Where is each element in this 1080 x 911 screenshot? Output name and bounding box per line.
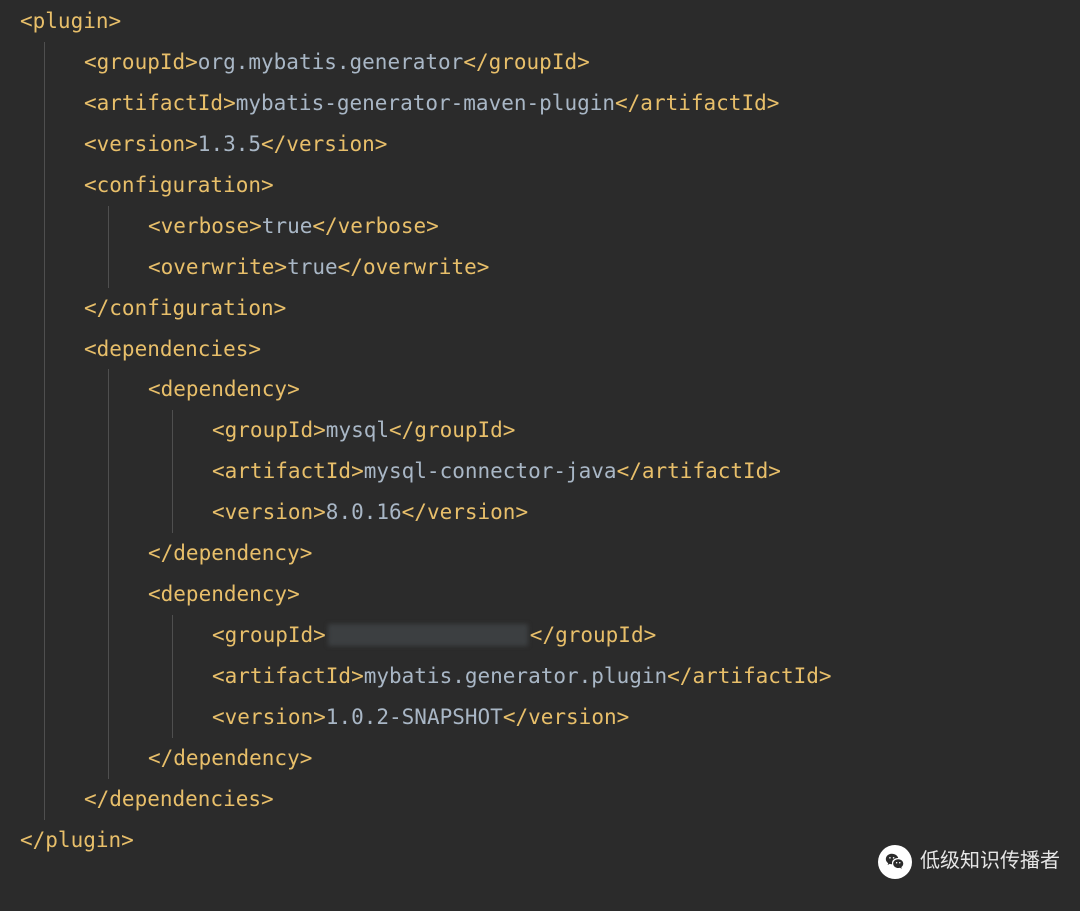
xml-value: org.mybatis.generator bbox=[198, 50, 464, 74]
xml-tag: <groupId> bbox=[212, 418, 326, 442]
xml-tag: </groupId> bbox=[463, 50, 589, 74]
xml-tag: </plugin> bbox=[20, 828, 134, 852]
xml-value: mybatis-generator-maven-plugin bbox=[236, 91, 615, 115]
xml-tag: </verbose> bbox=[312, 214, 438, 238]
code-line: <groupId>mysql</groupId> bbox=[20, 410, 1080, 451]
redacted-value bbox=[328, 624, 528, 646]
xml-tag: </version> bbox=[402, 500, 528, 524]
xml-tag: </groupId> bbox=[530, 623, 656, 647]
code-line: </dependency> bbox=[20, 738, 1080, 779]
xml-tag: <dependency> bbox=[148, 582, 300, 606]
xml-value: true bbox=[262, 214, 313, 238]
xml-tag: <artifactId> bbox=[212, 459, 364, 483]
xml-tag: </overwrite> bbox=[338, 255, 490, 279]
code-line: <artifactId>mybatis.generator.plugin</ar… bbox=[20, 656, 1080, 697]
wechat-icon bbox=[878, 845, 912, 879]
code-line: <verbose>true</verbose> bbox=[20, 206, 1080, 247]
code-line: <groupId> </groupId> bbox=[20, 615, 1080, 656]
code-line: <version>8.0.16</version> bbox=[20, 492, 1080, 533]
xml-tag: <plugin> bbox=[20, 9, 121, 33]
xml-tag: </artifactId> bbox=[615, 91, 779, 115]
xml-tag: <artifactId> bbox=[212, 664, 364, 688]
xml-value: mysql-connector-java bbox=[364, 459, 617, 483]
xml-tag: <overwrite> bbox=[148, 255, 287, 279]
xml-tag: </artifactId> bbox=[617, 459, 781, 483]
xml-value: mybatis.generator.plugin bbox=[364, 664, 667, 688]
xml-value: 1.0.2-SNAPSHOT bbox=[326, 705, 503, 729]
xml-tag: <verbose> bbox=[148, 214, 262, 238]
code-line: </dependencies> bbox=[20, 779, 1080, 820]
code-line: <dependency> bbox=[20, 369, 1080, 410]
code-editor[interactable]: <plugin> <groupId>org.mybatis.generator<… bbox=[0, 0, 1080, 865]
code-line: <overwrite>true</overwrite> bbox=[20, 247, 1080, 288]
xml-tag: <dependencies> bbox=[84, 337, 261, 361]
xml-tag: </configuration> bbox=[84, 296, 286, 320]
code-line: <version>1.0.2-SNAPSHOT</version> bbox=[20, 697, 1080, 738]
xml-tag: </dependency> bbox=[148, 541, 312, 565]
xml-tag: <version> bbox=[212, 705, 326, 729]
xml-tag: </groupId> bbox=[389, 418, 515, 442]
code-line: <plugin> bbox=[20, 1, 1080, 42]
code-line: <groupId>org.mybatis.generator</groupId> bbox=[20, 42, 1080, 83]
xml-tag: </version> bbox=[261, 132, 387, 156]
code-line: <dependency> bbox=[20, 574, 1080, 615]
code-line: </dependency> bbox=[20, 533, 1080, 574]
xml-tag: </dependencies> bbox=[84, 787, 274, 811]
xml-tag: <version> bbox=[212, 500, 326, 524]
xml-tag: <groupId> bbox=[212, 623, 326, 647]
code-line: <dependencies> bbox=[20, 329, 1080, 370]
xml-tag: <configuration> bbox=[84, 173, 274, 197]
xml-value: 8.0.16 bbox=[326, 500, 402, 524]
xml-tag: <groupId> bbox=[84, 50, 198, 74]
xml-value: true bbox=[287, 255, 338, 279]
xml-tag: </version> bbox=[503, 705, 629, 729]
xml-tag: <artifactId> bbox=[84, 91, 236, 115]
watermark: 低级知识传播者 bbox=[878, 842, 1060, 881]
xml-tag: </artifactId> bbox=[667, 664, 831, 688]
xml-tag: <dependency> bbox=[148, 377, 300, 401]
code-line: </configuration> bbox=[20, 288, 1080, 329]
code-line: <configuration> bbox=[20, 165, 1080, 206]
xml-tag: <version> bbox=[84, 132, 198, 156]
watermark-text: 低级知识传播者 bbox=[920, 842, 1060, 881]
code-line: <artifactId>mysql-connector-java</artifa… bbox=[20, 451, 1080, 492]
xml-value: 1.3.5 bbox=[198, 132, 261, 156]
xml-value: mysql bbox=[326, 418, 389, 442]
code-line: <version>1.3.5</version> bbox=[20, 124, 1080, 165]
xml-tag: </dependency> bbox=[148, 746, 312, 770]
code-line: <artifactId>mybatis-generator-maven-plug… bbox=[20, 83, 1080, 124]
